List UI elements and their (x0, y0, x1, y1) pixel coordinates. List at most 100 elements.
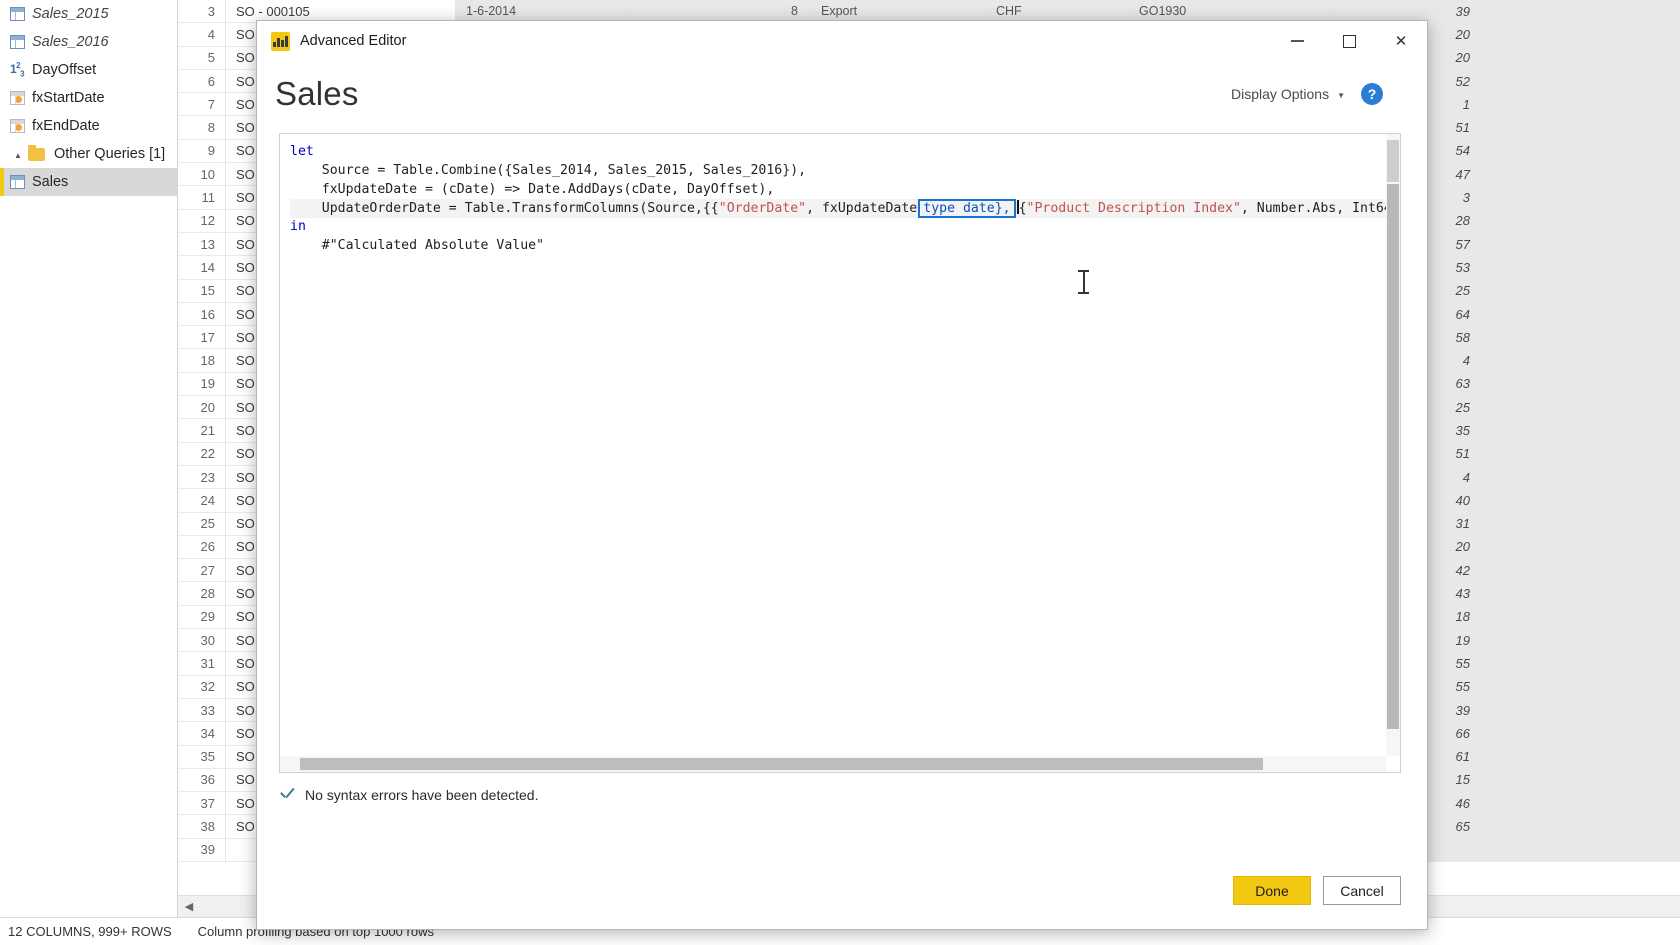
editor-vertical-scrollbar[interactable] (1386, 134, 1400, 756)
row-number-cell: 7 (178, 93, 226, 116)
code-line-4-open-brace: { (1018, 201, 1027, 217)
help-button[interactable]: ? (1361, 83, 1383, 105)
advanced-editor-dialog: Advanced Editor ✕ Sales Display Options … (256, 20, 1428, 930)
editor-vscroll-thumb-top[interactable] (1387, 140, 1399, 182)
query-item-dayoffset[interactable]: 123 DayOffset (0, 56, 177, 84)
code-line-1: let (290, 143, 1386, 162)
window-controls: ✕ (1271, 21, 1427, 61)
grid-empty-cell (1509, 372, 1680, 396)
code-editor[interactable]: let Source = Table.Combine({Sales_2014, … (279, 133, 1401, 773)
dialog-title-bar[interactable]: Advanced Editor ✕ (257, 21, 1427, 61)
row-number-cell: 28 (178, 582, 226, 605)
query-group-other-queries[interactable]: ▲ Other Queries [1] (0, 140, 177, 168)
query-item-label: DayOffset (32, 62, 97, 78)
folder-icon (28, 144, 45, 161)
syntax-status-text: No syntax errors have been detected. (305, 787, 539, 803)
screen: Sales_2015 Sales_2016 123 DayOffset fxSt… (0, 0, 1680, 945)
scroll-left-icon[interactable]: ◀ (178, 900, 200, 913)
row-number-cell: 27 (178, 559, 226, 582)
maximize-button[interactable] (1323, 21, 1375, 61)
grid-empty-cell (1509, 93, 1680, 116)
code-keyword-let: let (290, 144, 314, 159)
grid-empty-cell (1509, 605, 1680, 629)
row-number-cell: 22 (178, 442, 226, 465)
query-group-label: Other Queries [1] (54, 146, 166, 162)
editor-hscroll-thumb[interactable] (300, 758, 1263, 770)
table-icon (8, 33, 26, 51)
row-number-cell: 18 (178, 349, 226, 372)
grid-empty-cell (1509, 396, 1680, 419)
grid-empty-cell (1509, 186, 1680, 209)
row-number-cell: 5 (178, 46, 226, 69)
grid-empty-cell (1509, 209, 1680, 232)
query-item-fxstartdate[interactable]: fxStartDate (0, 84, 177, 112)
grid-empty-cell (1509, 698, 1680, 722)
code-selection-text: type date}, (923, 201, 1011, 217)
code-string-orderdate: "OrderDate" (718, 201, 807, 217)
checkmark-icon (279, 787, 295, 803)
grid-empty-cell (1509, 442, 1680, 465)
query-item-sales-2016[interactable]: Sales_2016 (0, 28, 177, 56)
sales-order-cell: SO - 000105 (226, 0, 456, 23)
grid-empty-cell (1509, 69, 1680, 93)
dialog-header-actions: Display Options ▼ ? (1231, 83, 1383, 105)
channel-cell: Export (811, 0, 986, 23)
query-item-sales-2015[interactable]: Sales_2015 (0, 0, 177, 28)
query-item-label: fxEndDate (32, 118, 100, 134)
done-button[interactable]: Done (1233, 876, 1311, 905)
row-number-cell: 4 (178, 23, 226, 46)
code-keyword-in: in (290, 219, 306, 235)
power-bi-icon (271, 31, 290, 51)
row-number-cell: 10 (178, 163, 226, 186)
cancel-button[interactable]: Cancel (1323, 876, 1401, 905)
editor-vscroll-thumb[interactable] (1387, 184, 1399, 729)
order-date-cell: 1-6-2014 (456, 0, 631, 23)
grid-empty-cell (1509, 0, 1680, 23)
code-line-4: UpdateOrderDate = Table.TransformColumns… (290, 199, 1386, 219)
currency-cell: CHF (986, 0, 1129, 23)
grid-empty-cell (1509, 815, 1680, 838)
row-number-cell: 3 (178, 0, 226, 23)
grid-empty-cell (1509, 722, 1680, 745)
dialog-title: Advanced Editor (300, 33, 407, 49)
row-number-cell: 14 (178, 256, 226, 279)
quantity-cell: 8 (631, 0, 811, 23)
grid-empty-cell (1509, 279, 1680, 302)
function-icon (8, 89, 26, 107)
grid-empty-cell (1509, 23, 1680, 46)
product-code-cell: GO1930 (1129, 0, 1329, 23)
row-number-cell: 26 (178, 535, 226, 559)
code-line-5: in (290, 218, 1386, 237)
grid-empty-cell (1509, 768, 1680, 792)
grid-empty-cell (1509, 745, 1680, 768)
display-options-menu[interactable]: Display Options ▼ (1231, 86, 1345, 102)
row-number-cell: 12 (178, 209, 226, 232)
minimize-icon (1290, 40, 1304, 42)
row-number-cell: 34 (178, 722, 226, 745)
row-number-cell: 29 (178, 605, 226, 629)
code-selection-type-date[interactable]: type date}, (918, 199, 1016, 219)
query-item-sales[interactable]: Sales (0, 168, 177, 196)
grid-empty-cell (1509, 629, 1680, 652)
chevron-up-icon[interactable]: ▲ (14, 151, 26, 160)
row-number-cell: 13 (178, 232, 226, 256)
query-item-label: Sales_2016 (32, 34, 109, 50)
code-area[interactable]: let Source = Table.Combine({Sales_2014, … (280, 134, 1386, 756)
row-number-cell: 6 (178, 69, 226, 93)
row-number-cell: 39 (178, 838, 226, 861)
grid-empty-cell (1509, 535, 1680, 559)
dialog-footer: Done Cancel (257, 876, 1427, 929)
row-number-cell: 35 (178, 745, 226, 768)
row-number-cell: 9 (178, 139, 226, 163)
row-number-cell: 25 (178, 512, 226, 535)
code-line-3: fxUpdateDate = (cDate) => Date.AddDays(c… (290, 181, 775, 197)
grid-empty-cell (1509, 419, 1680, 442)
chevron-down-icon[interactable]: ▼ (1337, 91, 1345, 100)
close-button[interactable]: ✕ (1375, 21, 1427, 61)
query-item-fxenddate[interactable]: fxEndDate (0, 112, 177, 140)
minimize-button[interactable] (1271, 21, 1323, 61)
grid-empty-cell (1509, 116, 1680, 139)
row-number-cell: 38 (178, 815, 226, 838)
grid-empty-cell (1509, 652, 1680, 675)
editor-horizontal-scrollbar[interactable] (280, 756, 1386, 772)
